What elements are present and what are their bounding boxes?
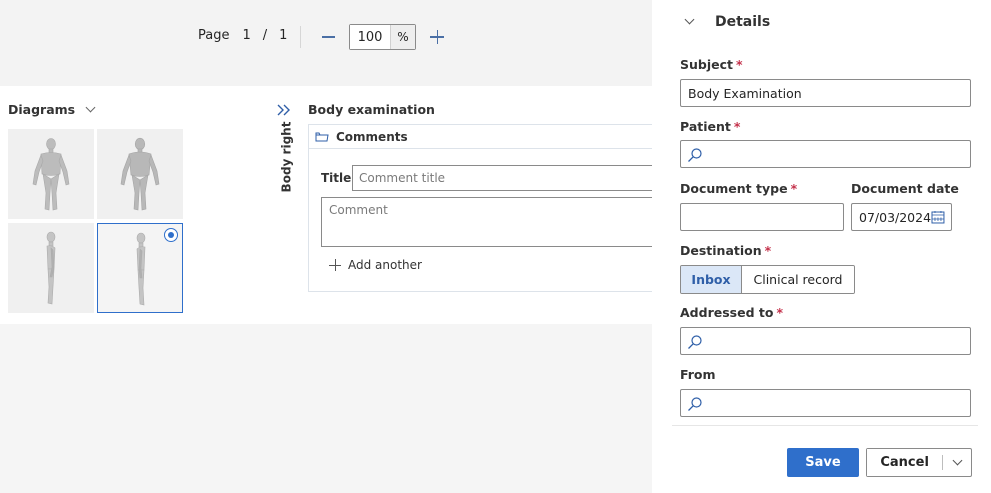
double-chevron-right-icon[interactable] [277,104,291,116]
chevron-down-icon [684,14,695,25]
folder-icon [315,132,329,142]
comment-title-input[interactable] [352,165,653,191]
search-icon [688,397,702,411]
search-icon [688,335,702,349]
chevron-down-icon [952,455,963,466]
document-date-input[interactable]: 07/03/2024 [851,203,952,231]
destination-toggle: Inbox Clinical record [680,265,855,294]
diagram-thumbnail-front[interactable] [8,129,94,219]
body-view-label: Body right [279,121,294,193]
plus-icon [329,259,341,271]
subject-input[interactable] [680,79,971,107]
body-back-figure [120,137,160,211]
document-type-label: Document type * [680,181,798,196]
zoom-unit: % [390,25,415,49]
destination-option-inbox[interactable]: Inbox [681,266,742,293]
page-total: 1 [279,28,288,43]
calendar-icon[interactable] [931,210,945,224]
document-date-value: 07/03/2024 [859,209,932,225]
search-icon [688,148,702,162]
details-panel: Details Subject* Patient* Document type*… [652,0,991,493]
patient-label: Patient * [680,119,741,134]
diagram-thumbnail-left[interactable] [8,223,94,313]
addressed-to-label: Addressed to * [680,305,783,320]
comments-header: Comments [309,125,652,149]
add-another-button[interactable]: Add another [329,258,422,272]
comments-label: Comments [336,129,408,144]
patient-lookup-input[interactable] [680,140,971,168]
subject-label: Subject * [680,57,743,72]
title-label: Title [321,171,352,185]
comment-textarea[interactable] [321,197,653,247]
comments-card: Comments Title Add another [308,124,653,292]
page-indicator: Page 1 / 1 [198,28,287,43]
body-front-figure [32,138,70,211]
addressed-to-lookup-input[interactable] [680,327,971,355]
toolbar-divider [300,26,301,48]
section-title: Body examination [308,102,435,117]
diagrams-label: Diagrams [8,102,76,117]
save-button[interactable]: Save [787,448,859,477]
cancel-button[interactable]: Cancel [867,449,943,476]
viewer-toolbar: Page 1 / 1 % [0,0,652,86]
add-another-label: Add another [348,258,422,272]
page-label: Page [198,28,230,43]
diagram-thumbnail-back[interactable] [97,129,183,219]
zoom-in-button[interactable] [427,26,447,48]
app-root: Page 1 / 1 % Diagrams [0,0,991,493]
selected-radio-icon [164,228,178,242]
document-date-label: Document date [851,181,959,196]
from-label: From [680,367,716,382]
zoom-out-button[interactable] [318,26,338,48]
document-type-input[interactable] [680,203,844,231]
diagrams-dropdown[interactable]: Diagrams [8,102,96,117]
chevron-down-icon [85,102,96,113]
zoom-input[interactable] [350,25,390,49]
destination-label: Destination * [680,243,772,258]
body-left-figure [46,231,56,305]
details-collapse-toggle[interactable]: Details [684,14,770,30]
panel-divider [672,425,978,426]
from-lookup-input[interactable] [680,389,971,417]
diagram-thumbnail-right[interactable] [97,223,183,313]
cancel-split-button: Cancel [866,448,972,477]
cancel-menu-button[interactable] [943,449,971,476]
destination-option-clinical-record[interactable]: Clinical record [742,266,854,293]
diagram-canvas: Diagrams Body right Body examination Com… [0,86,653,324]
details-title: Details [715,14,771,30]
zoom-control: % [349,24,416,50]
page-current: 1 [242,28,251,43]
page-separator: / [262,28,268,43]
